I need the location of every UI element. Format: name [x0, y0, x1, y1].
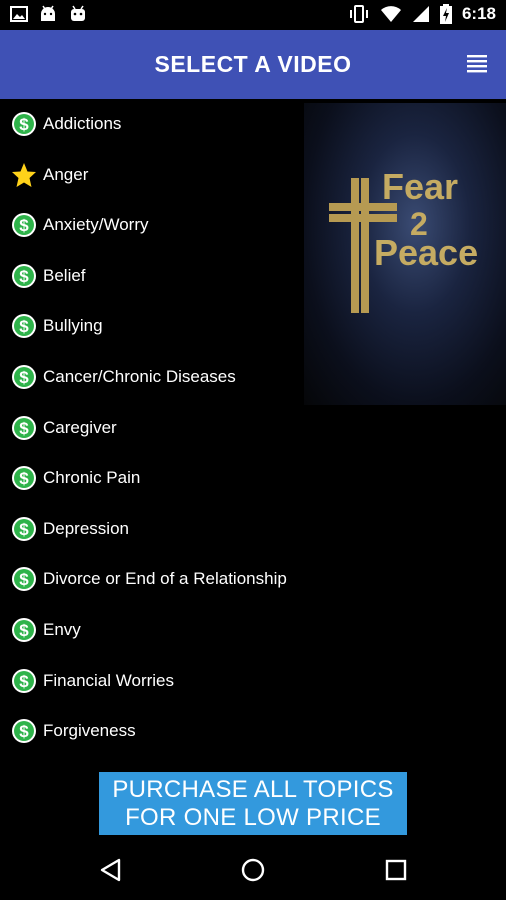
purchase-all-button[interactable]: PURCHASE ALL TOPICS FOR ONE LOW PRICE — [99, 772, 407, 835]
svg-text:$: $ — [19, 520, 29, 539]
dollar-icon: $ — [12, 112, 36, 136]
list-item[interactable]: $ Bullying — [0, 301, 506, 352]
list-item-label: Envy — [43, 619, 81, 639]
list-item[interactable]: $ Belief — [0, 251, 506, 302]
list-item-label: Chronic Pain — [43, 468, 141, 488]
svg-text:$: $ — [19, 368, 29, 387]
list-item[interactable]: $ Envy — [0, 605, 506, 656]
star-icon — [12, 162, 36, 187]
list-item-label: Anxiety/Worry — [43, 215, 149, 235]
dollar-icon: $ — [12, 668, 36, 693]
list-item[interactable]: $ Addictions — [0, 99, 506, 150]
purchase-line-1: PURCHASE ALL TOPICS — [112, 775, 394, 803]
svg-text:$: $ — [19, 570, 29, 589]
navigation-bar — [0, 840, 506, 900]
menu-icon[interactable] — [466, 53, 488, 75]
dollar-icon: $ — [12, 364, 36, 389]
list-item[interactable]: $ Financial Worries — [0, 656, 506, 707]
purchase-line-2: FOR ONE LOW PRICE — [125, 803, 381, 831]
list-item-label: Bullying — [43, 316, 103, 336]
home-icon[interactable] — [240, 857, 266, 883]
list-item[interactable]: $ Divorce or End of a Relationship — [0, 554, 506, 605]
dollar-icon: $ — [12, 567, 36, 592]
back-icon[interactable] — [98, 857, 124, 883]
image-icon — [10, 6, 28, 22]
list-item[interactable]: $ Caregiver — [0, 403, 506, 454]
svg-text:$: $ — [19, 419, 29, 438]
dollar-icon: $ — [12, 719, 36, 744]
dollar-icon: $ — [12, 213, 36, 238]
list-item-label: Belief — [43, 265, 86, 285]
list-item[interactable]: $ Chronic Pain — [0, 453, 506, 504]
dollar-icon: $ — [12, 617, 36, 642]
svg-text:$: $ — [19, 672, 29, 691]
svg-text:$: $ — [19, 469, 29, 488]
svg-text:$: $ — [19, 115, 29, 134]
android-icon — [41, 5, 55, 21]
list-item-label: Forgiveness — [43, 721, 136, 741]
page-title: SELECT A VIDEO — [154, 51, 352, 77]
dollar-icon: $ — [12, 314, 36, 339]
list-item[interactable]: $ Depression — [0, 504, 506, 555]
topic-list: $ Addictions Anger $ Anxiety/Worry $ Bel… — [0, 99, 506, 757]
vibrate-icon — [349, 5, 368, 23]
list-item-label: Caregiver — [43, 417, 117, 437]
signal-icon — [412, 6, 429, 22]
dollar-icon: $ — [12, 466, 36, 491]
svg-text:$: $ — [19, 267, 29, 286]
svg-text:$: $ — [19, 722, 29, 741]
list-item-label: Cancer/Chronic Diseases — [43, 366, 236, 386]
clock-time: 6:18 — [461, 4, 496, 23]
list-item-label: Addictions — [43, 114, 122, 133]
list-item-label: Financial Worries — [43, 670, 175, 690]
svg-text:$: $ — [19, 317, 29, 336]
list-item-label: Anger — [43, 164, 89, 184]
list-item[interactable]: $ Cancer/Chronic Diseases — [0, 352, 506, 403]
dollar-icon: $ — [12, 516, 36, 541]
list-item[interactable]: $ Anxiety/Worry — [0, 200, 506, 251]
recents-icon[interactable] — [383, 857, 409, 883]
app-bar: SELECT A VIDEO — [0, 30, 506, 99]
svg-text:$: $ — [19, 621, 29, 640]
list-item-label: Depression — [43, 518, 129, 538]
svg-text:$: $ — [19, 216, 29, 235]
status-bar: 6:18 — [0, 0, 506, 30]
wifi-icon — [380, 6, 401, 22]
android-icon — [71, 5, 85, 21]
list-item[interactable]: $ Forgiveness — [0, 706, 506, 757]
dollar-icon: $ — [12, 415, 36, 440]
battery-charging-icon — [439, 4, 452, 24]
list-item[interactable]: Anger — [0, 150, 506, 201]
dollar-icon: $ — [12, 263, 36, 288]
list-item-label: Divorce or End of a Relationship — [43, 569, 287, 589]
